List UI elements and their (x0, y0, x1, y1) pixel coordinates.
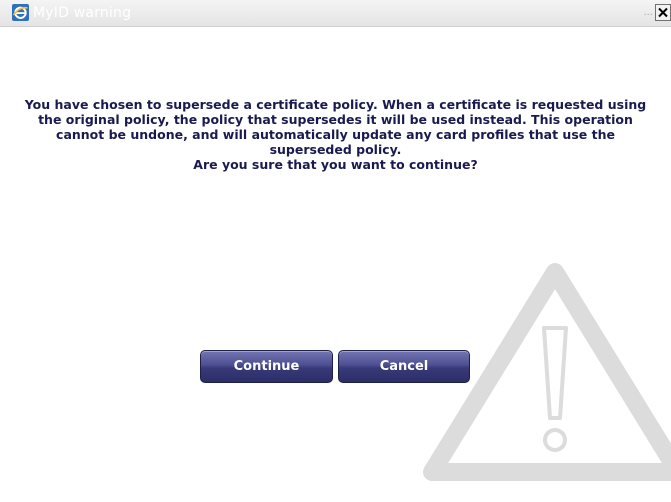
ie-icon (12, 4, 29, 21)
title-overflow-dots: ... (643, 7, 653, 18)
warning-message: You have chosen to supersede a certifica… (20, 97, 651, 172)
title-bar[interactable]: MyID warning ... (0, 0, 671, 27)
close-icon[interactable] (655, 4, 671, 21)
warning-message-text: You have chosen to supersede a certifica… (24, 97, 647, 157)
warning-window: MyID warning ... You have chosen to supe… (0, 0, 671, 502)
confirmation-question: Are you sure that you want to continue? (193, 157, 478, 172)
continue-button[interactable]: Continue (200, 350, 333, 383)
window-title: MyID warning (33, 5, 132, 21)
cancel-button[interactable]: Cancel (338, 350, 470, 383)
